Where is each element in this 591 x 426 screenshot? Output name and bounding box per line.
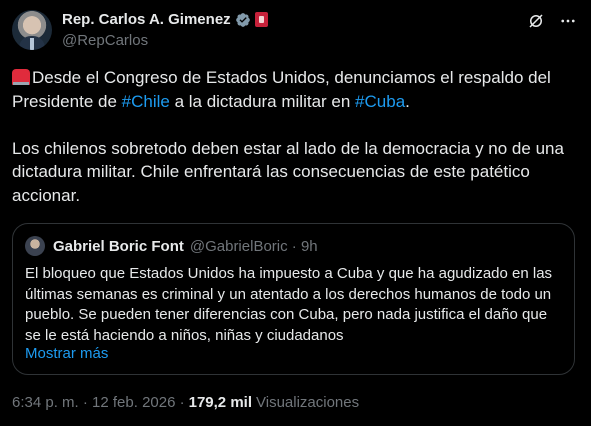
quoted-tweet-card[interactable]: Gabriel Boric Font @GabrielBoric · 9h El… (12, 223, 575, 375)
quoted-author-name: Gabriel Boric Font (53, 237, 184, 255)
quoted-tweet-header: Gabriel Boric Font @GabrielBoric · 9h (25, 236, 318, 256)
views-count: 179,2 mil (188, 394, 252, 411)
author-avatar[interactable] (12, 10, 52, 50)
siren-emoji-icon (12, 69, 30, 85)
more-options-icon[interactable] (557, 10, 579, 32)
tweet-paragraph-2: Los chilenos sobretodo deben estar al la… (12, 138, 564, 205)
tweet-line-2-start: Presidente de (12, 91, 122, 111)
quoted-author-avatar (25, 236, 45, 256)
avatar-tie (30, 38, 34, 50)
header-actions (525, 10, 579, 32)
tweet-footer: 6:34 p. m. · 12 feb. 2026 · 179,2 mil Vi… (12, 394, 359, 411)
tweet-line-2-end: . (405, 91, 410, 111)
author-display-name[interactable]: Rep. Carlos A. Gimenez (62, 11, 231, 28)
tweet-paragraph-1: Desde el Congreso de Estados Unidos, den… (12, 66, 579, 113)
author-handle[interactable]: @RepCarlos (62, 32, 148, 49)
hashtag-chile-link[interactable]: #Chile (122, 92, 170, 111)
tweet-timestamp[interactable]: 6:34 p. m. · 12 feb. 2026 · (12, 394, 185, 411)
show-more-link[interactable]: Mostrar más (25, 345, 108, 362)
hashtag-cuba-link[interactable]: #Cuba (355, 92, 405, 111)
verified-badge-icon[interactable] (235, 12, 251, 28)
views-label: Visualizaciones (256, 394, 360, 411)
tweet-header: Rep. Carlos A. Gimenez @RepCarlos (12, 10, 579, 54)
government-flag-icon (254, 12, 268, 27)
author-name-row: Rep. Carlos A. Gimenez (62, 11, 268, 28)
quoted-tweet-text: El bloqueo que Estados Unidos ha impuest… (25, 265, 553, 344)
grok-icon[interactable] (525, 10, 547, 32)
tweet-line-2-middle: a la dictadura militar en (169, 91, 356, 111)
quoted-author-meta: @GabrielBoric · 9h (189, 237, 318, 255)
tweet-line-1: Desde el Congreso de Estados Unidos, den… (32, 68, 551, 87)
tweet-body: Desde el Congreso de Estados Unidos, den… (12, 66, 579, 207)
